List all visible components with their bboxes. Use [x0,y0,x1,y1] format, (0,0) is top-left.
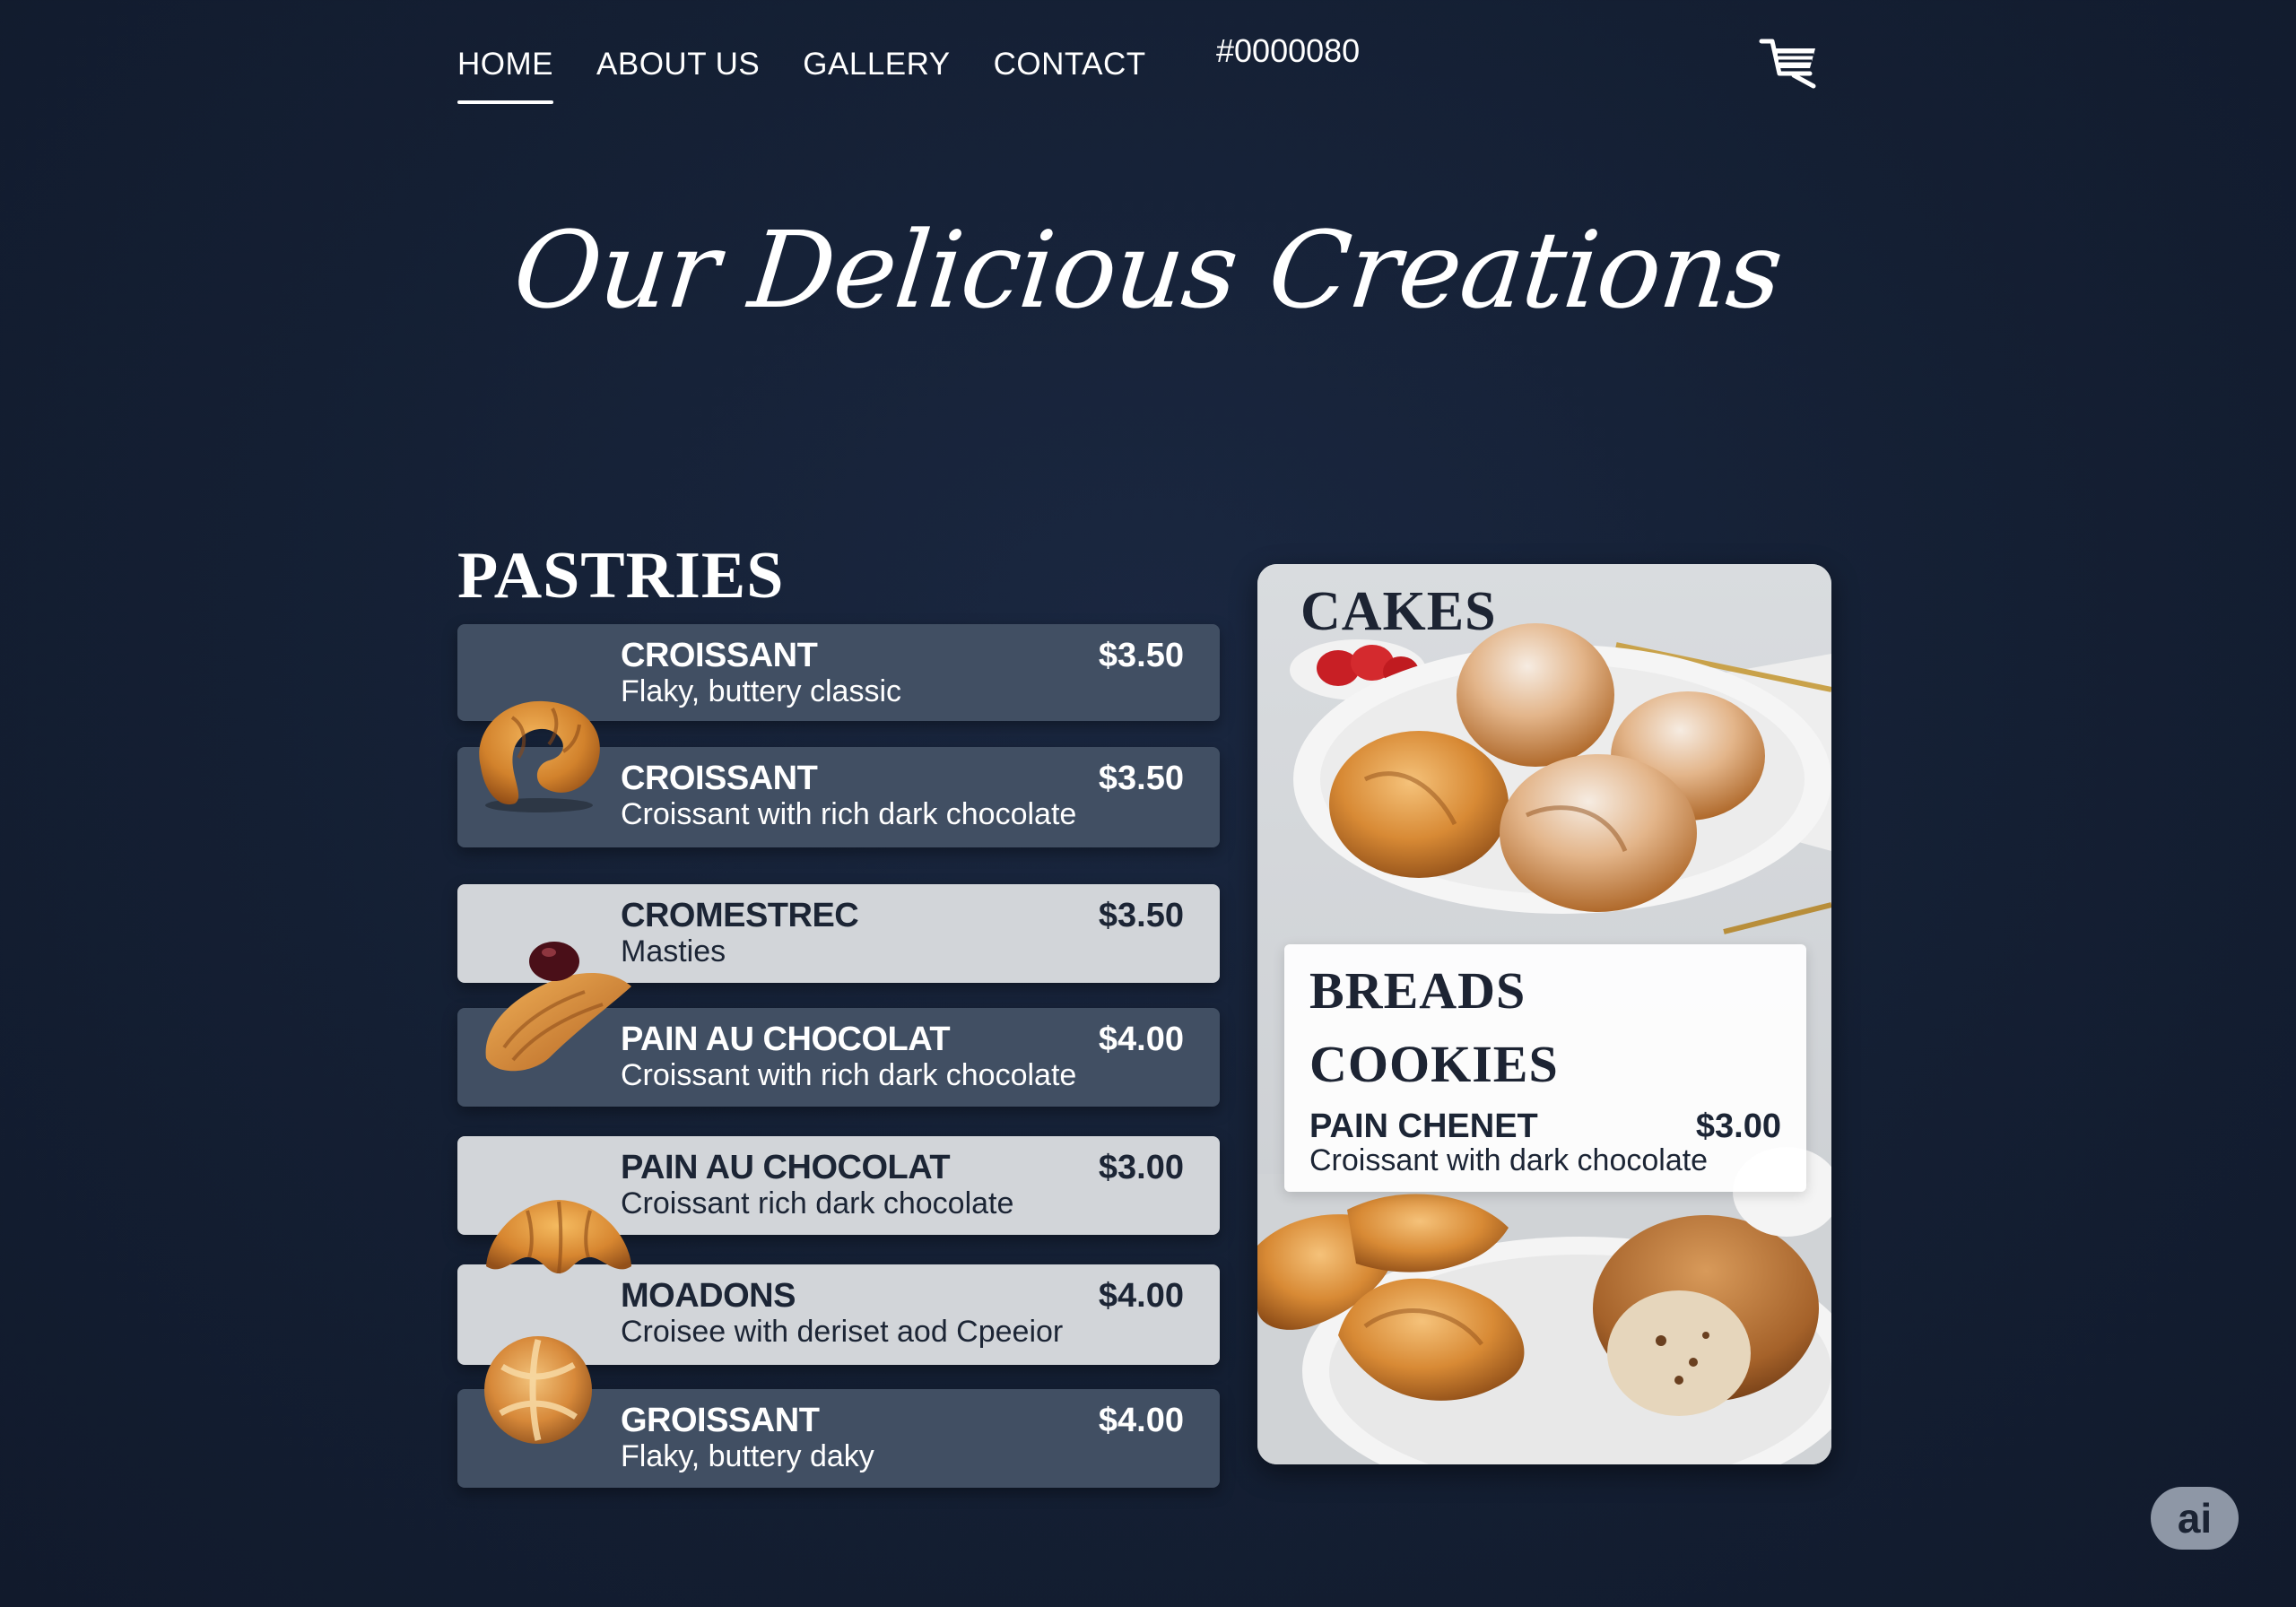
nav-home[interactable]: HOME [457,47,553,104]
item-price: $4.00 [1098,1277,1184,1315]
item-description: Croissant with rich dark chocolate [621,1058,1077,1092]
featured-item-name: PAIN CHENET [1309,1108,1538,1145]
item-name: PAIN AU CHOCOLAT [621,1149,951,1186]
featured-panel: BREADS COOKIES PAIN CHENET Croissant wit… [1284,944,1806,1192]
item-price: $4.00 [1098,1402,1184,1439]
featured-item-description: Croissant with dark chocolate [1309,1143,1709,1177]
knot-pastry-image [484,1336,592,1444]
chocolate-pastry-image [485,942,631,1072]
item-name: PAIN AU CHOCOLAT [621,1021,951,1058]
item-price: $4.00 [1098,1021,1184,1058]
item-description: Croissant rich dark chocolate [621,1186,1014,1220]
nav-contact[interactable]: CONTACT [994,47,1146,104]
item-description: Croisee with deriset aod Cpeeior [621,1315,1064,1349]
item-description: Croissant with rich dark chocolate [621,797,1077,831]
nav-about-us[interactable]: ABOUT US [596,47,760,104]
hex-code-label: #0000080 [1216,32,1361,69]
croissant-image [486,1200,631,1274]
cookies-heading[interactable]: COOKIES [1309,1034,1559,1094]
item-price: $3.50 [1098,760,1184,797]
pastries-heading: PASTRIES [457,539,785,612]
item-name: CROMESTREC [621,897,859,934]
croissant-image [479,700,600,812]
categories-card: CAKES BREADS COOKIES PAIN CHENET Croissa… [1257,564,1831,1464]
item-name: CROISSANT [621,637,818,674]
breads-heading[interactable]: BREADS [1309,960,1526,1021]
item-description: Flaky, buttery classic [621,674,902,708]
item-name: CROISSANT [621,760,818,797]
item-name: MOADONS [621,1277,796,1315]
item-name: GROISSANT [621,1402,820,1439]
item-price: $3.50 [1098,637,1184,674]
main-nav: HOME ABOUT US GALLERY CONTACT [457,47,1189,104]
item-price: $3.00 [1098,1149,1184,1186]
item-price: $3.50 [1098,897,1184,934]
ai-badge[interactable]: ai [2151,1487,2239,1550]
cakes-heading[interactable]: CAKES [1300,580,1497,644]
featured-item-price: $3.00 [1695,1108,1781,1145]
hero-title: Our Delicious Creations [508,208,1788,332]
nav-gallery[interactable]: GALLERY [803,47,950,104]
shopping-cart-icon[interactable] [1758,36,1821,90]
item-description: Flaky, buttery daky [621,1439,874,1473]
